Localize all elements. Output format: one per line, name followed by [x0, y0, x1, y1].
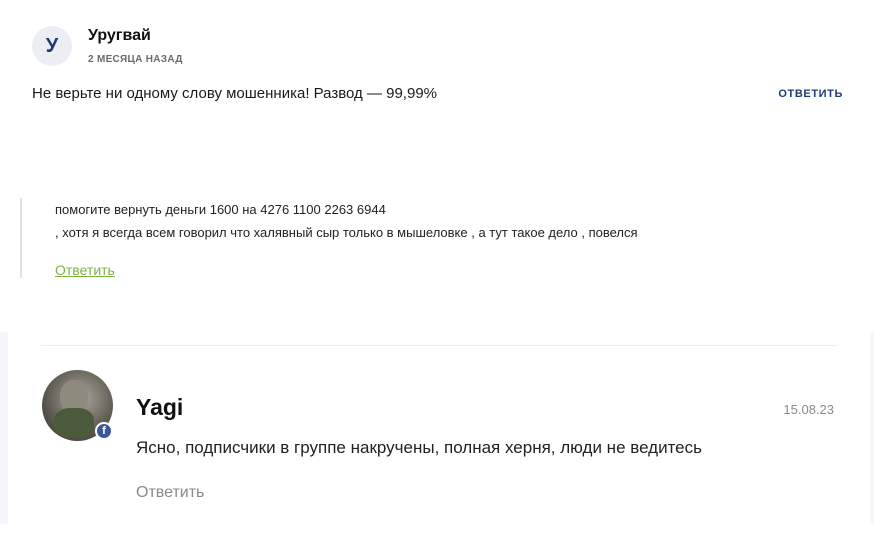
comment-1: У Уругвай 2 МЕСЯЦА НАЗАД Не верьте ни од…	[0, 0, 874, 130]
avatar-photo-shoulders	[54, 408, 94, 438]
comment-2: помогите вернуть деньги 1600 на 4276 110…	[20, 198, 822, 278]
reply-link[interactable]: Ответить	[55, 262, 115, 278]
facebook-icon-letter: f	[102, 425, 106, 437]
right-edge	[870, 332, 874, 524]
comment-author[interactable]: Уругвай	[88, 27, 151, 45]
comment-text-line-1: помогите вернуть деньги 1600 на 4276 110…	[55, 202, 386, 217]
comment-author[interactable]: Yagi	[136, 394, 183, 421]
avatar-letter: У	[45, 34, 59, 57]
comment-text: Ясно, подписчики в группе накручены, пол…	[136, 438, 702, 457]
comment-timestamp: 2 МЕСЯЦА НАЗАД	[88, 54, 183, 65]
comment-text: Не верьте ни одному слову мошенника! Раз…	[32, 85, 437, 102]
comment-3-container: f Yagi 15.08.23 Ясно, подписчики в групп…	[0, 332, 874, 524]
reply-button[interactable]: Ответить	[136, 484, 204, 502]
comment-date: 15.08.23	[783, 402, 834, 417]
facebook-icon: f	[95, 422, 113, 440]
avatar: У	[32, 26, 72, 66]
comment-text-line-2: , хотя я всегда всем говорил что халявны…	[55, 225, 638, 240]
comment-3: f Yagi 15.08.23 Ясно, подписчики в групп…	[8, 332, 870, 524]
reply-button[interactable]: ОТВЕТИТЬ	[778, 88, 843, 100]
divider	[41, 345, 837, 346]
